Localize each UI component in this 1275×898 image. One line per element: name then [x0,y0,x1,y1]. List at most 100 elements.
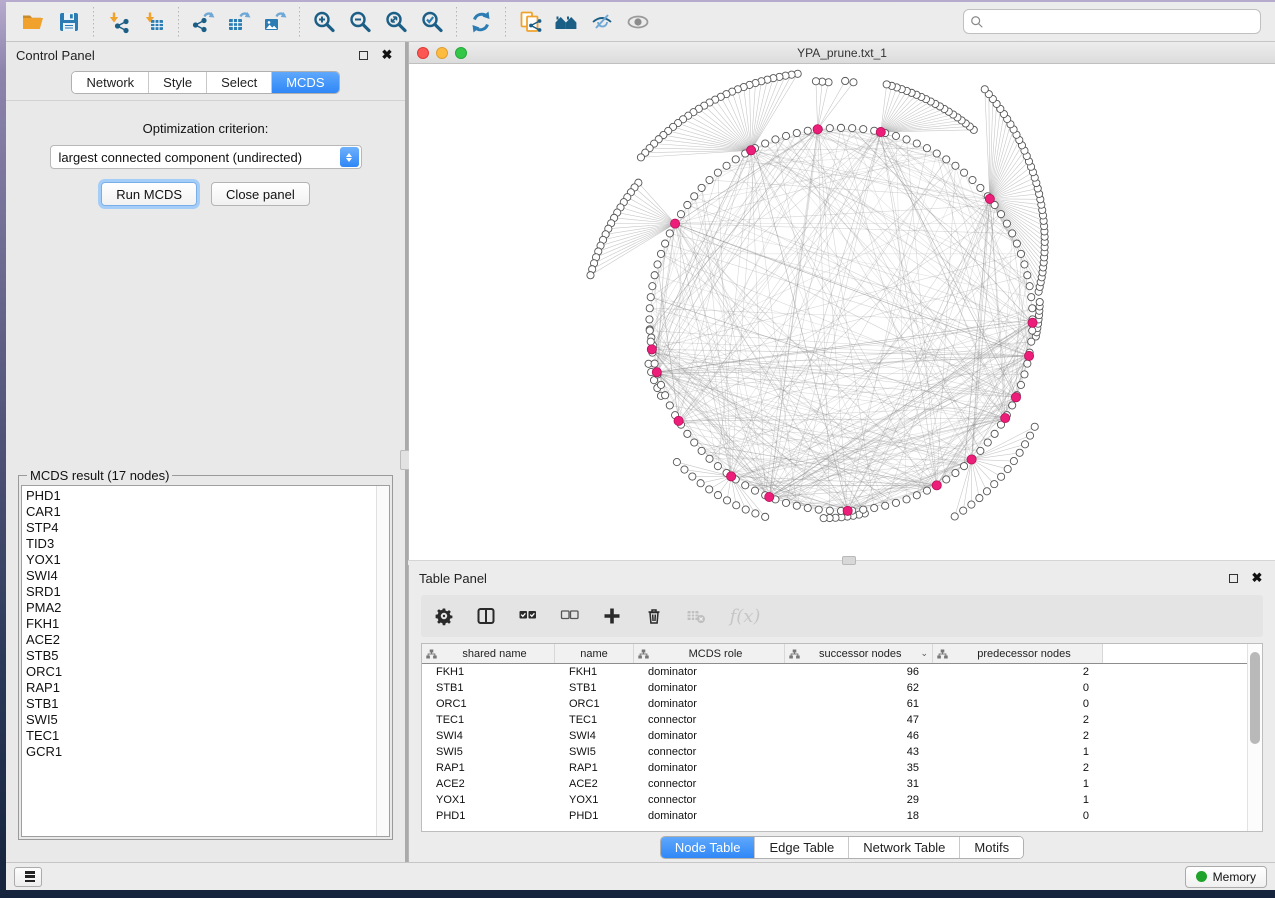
mcds-result-item[interactable]: STB5 [26,648,375,664]
mcds-hub-node[interactable] [813,125,822,134]
result-list-scrollbar[interactable] [376,486,389,836]
mcds-result-item[interactable]: CAR1 [26,504,375,520]
zoom-check-button[interactable] [415,6,449,38]
tab-edge-table[interactable]: Edge Table [755,837,849,858]
deselect-all-button[interactable] [557,602,583,630]
hide-eye-button[interactable] [585,6,619,38]
mcds-result-item[interactable]: ORC1 [26,664,375,680]
mcds-result-item[interactable]: STB1 [26,696,375,712]
panel-splitter-vertical[interactable] [405,42,408,862]
table-row[interactable]: PHD1PHD1dominator180 [422,808,1262,824]
save-button[interactable] [52,6,86,38]
mcds-hub-node[interactable] [1001,413,1010,422]
mcds-hub-node[interactable] [843,506,852,515]
export-table-button[interactable] [222,6,256,38]
mcds-result-item[interactable]: STP4 [26,520,375,536]
table-scrollbar[interactable] [1247,644,1262,831]
zoom-fit-button[interactable] [379,6,413,38]
run-mcds-button[interactable]: Run MCDS [101,182,197,206]
close-panel-button[interactable]: Close panel [211,182,310,206]
column-header-successor-nodes[interactable]: successor nodes⌄ [785,644,933,663]
mcds-result-item[interactable]: ACE2 [26,632,375,648]
import-network-button[interactable] [101,6,135,38]
mcds-result-item[interactable]: YOX1 [26,552,375,568]
mcds-result-item[interactable]: SRD1 [26,584,375,600]
tab-network[interactable]: Network [72,72,149,93]
open-folder-button[interactable] [16,6,50,38]
mcds-result-item[interactable]: TEC1 [26,728,375,744]
close-table-panel-icon[interactable]: ✖ [1249,570,1265,586]
settings-button[interactable] [431,602,457,630]
select-all-button[interactable] [515,602,541,630]
tab-node-table[interactable]: Node Table [661,837,756,858]
table-row[interactable]: RAP1RAP1dominator352 [422,760,1262,776]
column-header-predecessor-nodes[interactable]: predecessor nodes [933,644,1103,663]
refresh-button[interactable] [464,6,498,38]
mcds-hub-node[interactable] [1028,318,1037,327]
table-row[interactable]: ORC1ORC1dominator610 [422,696,1262,712]
mcds-hub-node[interactable] [647,345,656,354]
float-table-panel-icon[interactable] [1225,570,1241,586]
table-row[interactable]: FKH1FKH1dominator962 [422,664,1262,680]
mcds-hub-node[interactable] [727,472,736,481]
export-image-button[interactable] [258,6,292,38]
mcds-result-item[interactable]: FKH1 [26,616,375,632]
mcds-hub-node[interactable] [765,492,774,501]
table-scrollbar-thumb[interactable] [1250,652,1260,744]
mcds-hub-node[interactable] [967,455,976,464]
tab-network-table[interactable]: Network Table [849,837,960,858]
network-canvas[interactable] [409,64,1275,560]
mcds-hub-node[interactable] [652,368,661,377]
column-header-MCDS-role[interactable]: MCDS role [634,644,785,663]
mcds-hub-node[interactable] [747,146,756,155]
column-header-name[interactable]: name [555,644,634,663]
table-row[interactable]: YOX1YOX1connector291 [422,792,1262,808]
memory-button[interactable]: Memory [1185,866,1267,888]
mcds-result-list[interactable]: PHD1CAR1STP4TID3YOX1SWI4SRD1PMA2FKH1ACE2… [21,485,390,837]
add-button[interactable] [599,602,625,630]
mcds-hub-node[interactable] [1011,393,1020,402]
tab-select[interactable]: Select [207,72,272,93]
mcds-hub-node[interactable] [876,127,885,136]
tab-motifs[interactable]: Motifs [960,837,1023,858]
network-window-titlebar[interactable]: YPA_prune.txt_1 [409,42,1275,64]
mcds-result-item[interactable]: SWI5 [26,712,375,728]
houses-button[interactable] [549,6,583,38]
trash-button[interactable] [641,602,667,630]
splitter-handle-horizontal[interactable] [842,556,856,565]
table-row[interactable]: SWI5SWI5connector431 [422,744,1262,760]
search-input[interactable] [989,12,1254,32]
share-document-button[interactable] [513,6,547,38]
table-row[interactable]: ACE2ACE2connector311 [422,776,1262,792]
mcds-result-item[interactable]: GCR1 [26,744,375,760]
optimization-criterion-select[interactable]: largest connected component (undirected) [50,145,362,169]
task-history-button[interactable] [14,867,42,887]
control-panel-title: Control Panel [16,48,95,63]
zoom-out-button[interactable] [343,6,377,38]
float-panel-icon[interactable] [355,47,371,63]
columns-button[interactable] [473,602,499,630]
table-row[interactable]: STB1STB1dominator620 [422,680,1262,696]
tab-style[interactable]: Style [149,72,207,93]
search-field[interactable] [963,9,1261,34]
import-table-button[interactable] [137,6,171,38]
zoom-in-button[interactable] [307,6,341,38]
close-panel-icon[interactable]: ✖ [379,47,395,63]
mcds-hub-node[interactable] [1024,351,1033,360]
column-header-shared-name[interactable]: shared name [422,644,555,663]
mcds-result-item[interactable]: RAP1 [26,680,375,696]
eye-button[interactable] [621,6,655,38]
table-row[interactable]: TEC1TEC1connector472 [422,712,1262,728]
mcds-result-item[interactable]: SWI4 [26,568,375,584]
mcds-hub-node[interactable] [932,481,941,490]
mcds-result-item[interactable]: TID3 [26,536,375,552]
panel-splitter-horizontal[interactable] [408,560,1275,565]
mcds-hub-node[interactable] [985,194,994,203]
table-row[interactable]: SWI4SWI4dominator462 [422,728,1262,744]
mcds-hub-node[interactable] [674,416,683,425]
export-network-button[interactable] [186,6,220,38]
mcds-result-item[interactable]: PMA2 [26,600,375,616]
mcds-result-item[interactable]: PHD1 [26,488,375,504]
tab-mcds[interactable]: MCDS [272,72,338,93]
mcds-hub-node[interactable] [670,219,679,228]
